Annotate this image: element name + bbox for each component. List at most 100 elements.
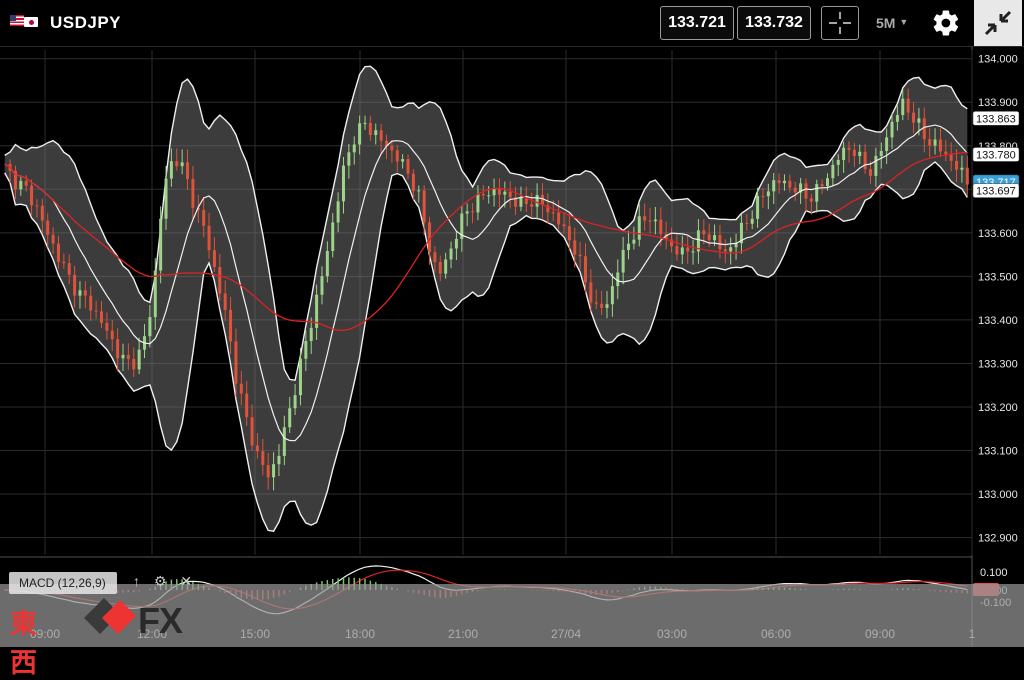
candle-body [487, 195, 491, 197]
candle-body [836, 159, 840, 165]
candle-body [347, 152, 351, 166]
candle-body [444, 259, 448, 274]
candle-body [922, 118, 926, 140]
candle-body [944, 151, 948, 155]
candle-body [255, 445, 259, 452]
candle-body [831, 164, 835, 179]
candle-body [600, 303, 604, 308]
candle-body [368, 122, 372, 136]
shrink-button[interactable] [974, 0, 1022, 46]
ask-price-button[interactable]: 133.732 [737, 6, 811, 40]
price-tick-label: 133.300 [978, 358, 1018, 370]
candle-body [309, 327, 313, 341]
candle-body [906, 98, 910, 113]
symbol-title[interactable]: USDJPY [50, 13, 121, 33]
candle-body [772, 180, 776, 192]
macd-close-icon[interactable]: ✕ [180, 573, 192, 589]
candle-body [578, 254, 582, 257]
candle-body [863, 151, 867, 170]
candle-body [320, 276, 324, 295]
candle-body [99, 311, 103, 323]
candle-body [686, 247, 690, 252]
candle-body [30, 185, 34, 206]
candle-body [191, 178, 195, 208]
brand-japanese-text: 東西 [10, 609, 37, 679]
candle-body [707, 234, 711, 241]
move-up-icon[interactable]: ↑ [133, 573, 140, 589]
candle-body [358, 123, 362, 145]
price-chart[interactable]: 134.000133.900133.800133.700133.600133.5… [0, 47, 1024, 647]
candle-body [917, 118, 921, 123]
candle-body [481, 193, 485, 196]
candle-body [282, 427, 286, 456]
crosshair-button[interactable] [821, 6, 859, 40]
candle-body [153, 270, 157, 318]
price-axis[interactable]: 134.000133.900133.800133.700133.600133.5… [978, 54, 1018, 545]
candle-body [379, 130, 383, 141]
candle-body [245, 393, 249, 418]
flag-jp-icon [24, 17, 38, 27]
candle-body [723, 249, 727, 252]
price-tick-label: 133.900 [978, 97, 1018, 109]
candle-body [304, 340, 308, 359]
candle-body [83, 290, 87, 296]
candle-body [788, 180, 792, 188]
candle-body [78, 290, 82, 296]
candle-body [659, 219, 663, 235]
flag-us-icon [10, 15, 24, 26]
candle-body [51, 234, 55, 244]
candle-body [551, 212, 555, 214]
candle-body [691, 251, 695, 253]
candle-body [847, 147, 851, 150]
candle-body [121, 354, 125, 359]
candle-body [46, 220, 50, 235]
candle-body [239, 383, 243, 394]
candle-body [336, 201, 340, 223]
candle-body [589, 282, 593, 303]
candle-body [261, 451, 265, 466]
price-tags: 133.863133.780133.717133.697 [972, 111, 1020, 198]
candle-body [73, 274, 77, 296]
candle-body [933, 139, 937, 146]
candle-body [879, 151, 883, 156]
candle-body [745, 222, 749, 224]
candle-body [164, 178, 168, 219]
timeframe-dropdown[interactable]: 5M ▼ [876, 15, 908, 31]
price-tick-label: 133.100 [978, 446, 1018, 458]
candle-body [159, 218, 163, 271]
chevron-down-icon: ▼ [899, 17, 909, 27]
candle-body [874, 155, 878, 176]
candle-body [417, 190, 421, 192]
candle-body [949, 154, 953, 161]
gear-icon[interactable] [931, 8, 961, 38]
bid-price-button[interactable]: 133.721 [660, 6, 734, 40]
candle-body [116, 339, 120, 359]
candle-body [94, 310, 98, 312]
candle-body [750, 218, 754, 224]
candle-body [535, 194, 539, 207]
price-tick-label: 134.000 [978, 54, 1018, 66]
candle-body [820, 184, 824, 187]
candle-body [272, 464, 276, 478]
candle-body [411, 173, 415, 191]
candle-body [401, 159, 405, 162]
candle-body [19, 180, 23, 190]
candle-body [137, 349, 141, 370]
timeframe-label: 5M [876, 15, 896, 31]
candle-body [223, 293, 227, 310]
candle-body [761, 195, 765, 197]
top-toolbar: USDJPY 133.721 133.732 5M ▼ [0, 0, 1024, 47]
price-tag-label: 133.697 [976, 186, 1016, 198]
candle-body [793, 187, 797, 193]
macd-settings-icon[interactable]: ⚙ [154, 573, 167, 589]
candle-body [148, 317, 152, 337]
shrink-icon [984, 10, 1012, 36]
candle-body [702, 230, 706, 235]
candle-body [809, 198, 813, 202]
candle-body [35, 205, 39, 207]
candle-body [632, 239, 636, 244]
candle-body [583, 256, 587, 283]
candle-body [782, 180, 786, 184]
candle-body [815, 184, 819, 202]
candle-body [202, 210, 206, 226]
